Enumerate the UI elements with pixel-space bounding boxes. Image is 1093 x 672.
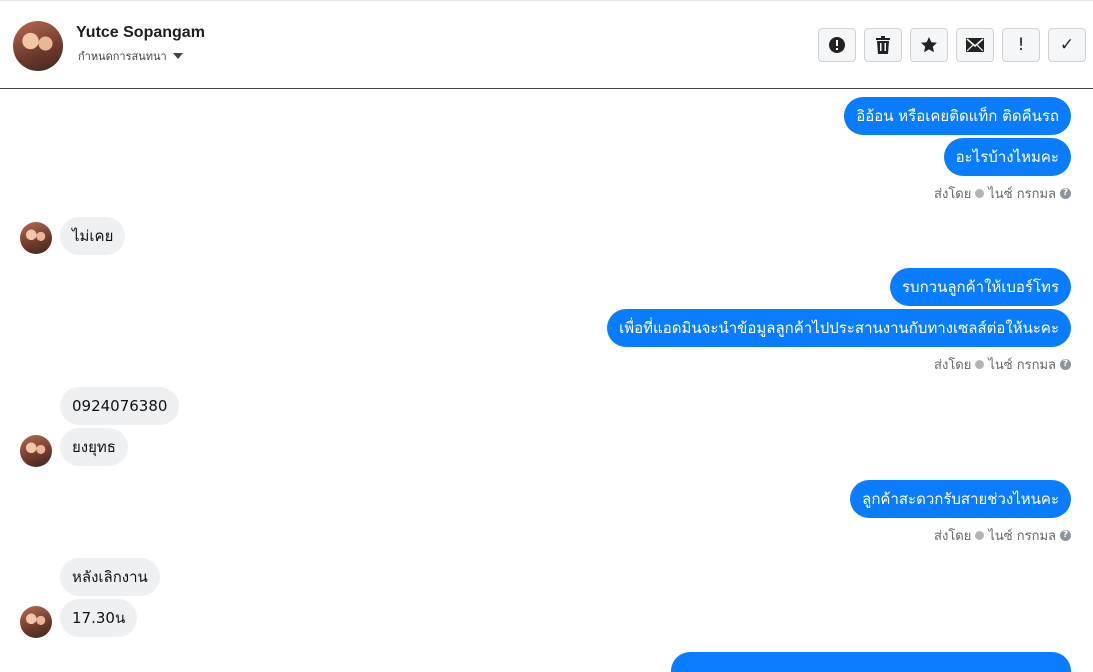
subtitle-label: กำหนดการสนทนา: [78, 50, 167, 63]
outgoing-message[interactable]: เพื่อที่แอดมินจะนำข้อมูลลูกค้าไปประสานงา…: [607, 309, 1071, 347]
envelope-icon: [966, 38, 984, 52]
status-dot-icon: [975, 531, 985, 540]
contact-avatar[interactable]: [20, 606, 52, 638]
sender-name: ไนซ์ กรกมล: [988, 187, 1056, 202]
check-icon: ✓: [1059, 35, 1075, 55]
star-button[interactable]: [910, 28, 948, 62]
sent-by-meta: ส่งโดย ไนซ์ กรกมล ?: [934, 525, 1071, 546]
mark-spam-button[interactable]: [818, 28, 856, 62]
mark-done-button[interactable]: ✓: [1048, 28, 1086, 62]
sent-by-meta: ส่งโดย ไนซ์ กรกมล ?: [934, 183, 1071, 204]
status-dot-icon: [975, 189, 985, 198]
help-icon[interactable]: ?: [1060, 530, 1071, 541]
toolbar: ! ✓: [818, 28, 1086, 62]
outgoing-message[interactable]: อะไรบ้างไหมคะ: [943, 138, 1071, 176]
outgoing-message[interactable]: ลูกค้าสะดวกรับสายช่วงไหนคะ: [850, 480, 1071, 518]
avatar[interactable]: [13, 21, 63, 71]
conversation-schedule-dropdown[interactable]: กำหนดการสนทนา: [78, 47, 183, 65]
contact-avatar[interactable]: [20, 222, 52, 254]
mark-unread-button[interactable]: [956, 28, 994, 62]
incoming-message[interactable]: 17.30น: [60, 599, 138, 637]
contact-avatar[interactable]: [20, 435, 52, 467]
incoming-message[interactable]: หลังเลิกงาน: [60, 558, 160, 596]
outgoing-message-partial[interactable]: [671, 652, 1071, 672]
message-thread: อิอ้อน หรือเคยติดแท็ก ติดคืนรถ อะไรบ้างไ…: [0, 90, 1093, 672]
alert-circle-icon: [829, 37, 845, 53]
exclamation-icon: !: [1017, 35, 1025, 55]
sender-name: ไนซ์ กรกมล: [988, 358, 1056, 373]
help-icon[interactable]: ?: [1060, 359, 1071, 370]
help-icon[interactable]: ?: [1060, 188, 1071, 199]
outgoing-message[interactable]: รบกวนลูกค้าให้เบอร์โทร: [890, 268, 1071, 306]
conversation-header: Yutce Sopangam กำหนดการสนทนา ! ✓: [0, 0, 1093, 89]
incoming-message[interactable]: ไม่เคย: [60, 217, 126, 255]
star-icon: [921, 37, 937, 53]
sent-by-label: ส่งโดย: [934, 529, 972, 544]
sent-by-meta: ส่งโดย ไนซ์ กรกมล ?: [934, 354, 1071, 375]
delete-button[interactable]: [864, 28, 902, 62]
incoming-message[interactable]: ยงยุทธ: [60, 428, 128, 466]
trash-icon: [876, 36, 890, 54]
sent-by-label: ส่งโดย: [934, 187, 972, 202]
sender-name: ไนซ์ กรกมล: [988, 529, 1056, 544]
status-dot-icon: [975, 360, 985, 369]
sent-by-label: ส่งโดย: [934, 358, 972, 373]
incoming-message[interactable]: 0924076380: [60, 387, 180, 425]
outgoing-message[interactable]: อิอ้อน หรือเคยติดแท็ก ติดคืนรถ: [844, 97, 1071, 135]
contact-name[interactable]: Yutce Sopangam: [76, 24, 205, 42]
follow-up-button[interactable]: !: [1002, 28, 1040, 62]
caret-down-icon: [172, 53, 183, 59]
